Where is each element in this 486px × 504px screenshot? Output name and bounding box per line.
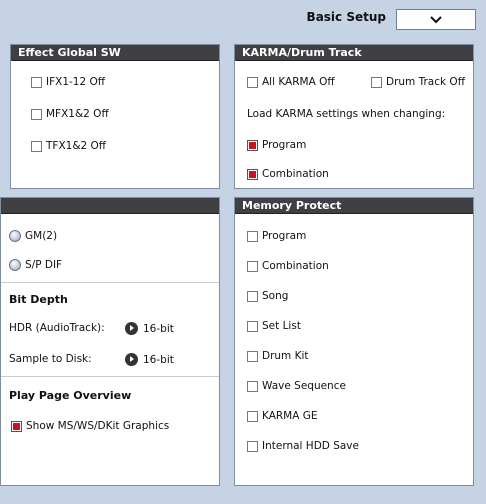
page-menu-dropdown[interactable] bbox=[396, 9, 476, 30]
audio-settings-panel: GM(2) S/P DIF Bit Depth HDR (AudioTrack)… bbox=[0, 197, 220, 486]
checkbox-box[interactable] bbox=[247, 320, 258, 332]
protect-wave-sequence-checkbox[interactable]: Wave Sequence bbox=[247, 380, 346, 392]
chevron-down-icon bbox=[430, 16, 442, 24]
load-karma-label: Load KARMA settings when changing: bbox=[247, 108, 446, 120]
checkbox-box[interactable] bbox=[247, 168, 258, 180]
divider bbox=[1, 282, 219, 283]
show-graphics-checkbox[interactable]: Show MS/WS/DKit Graphics bbox=[11, 420, 169, 432]
page-title: Basic Setup bbox=[306, 10, 386, 24]
checkbox-box[interactable] bbox=[247, 350, 258, 362]
hdr-bit-depth-selector[interactable]: 16-bit bbox=[125, 322, 174, 335]
bottom-bar bbox=[0, 496, 486, 504]
ifx-off-checkbox[interactable]: IFX1-12 Off bbox=[31, 76, 105, 88]
arrow-right-icon[interactable] bbox=[125, 322, 138, 335]
header-bar: Basic Setup bbox=[0, 0, 486, 38]
protect-program-checkbox[interactable]: Program bbox=[247, 230, 306, 242]
radio-button[interactable] bbox=[9, 230, 21, 242]
drum-track-off-checkbox[interactable]: Drum Track Off bbox=[371, 76, 465, 88]
hdr-bit-depth-row: HDR (AudioTrack): bbox=[9, 322, 105, 334]
spdif-radio[interactable]: S/P DIF bbox=[9, 259, 62, 271]
memory-protect-panel: Memory Protect Program Combination Song … bbox=[234, 197, 474, 486]
checkbox-box[interactable] bbox=[31, 76, 42, 88]
karma-drum-header: KARMA/Drum Track bbox=[235, 45, 473, 61]
checkbox-box[interactable] bbox=[247, 139, 258, 151]
radio-button[interactable] bbox=[9, 259, 21, 271]
effect-global-panel: Effect Global SW IFX1-12 Off MFX1&2 Off … bbox=[10, 44, 220, 189]
checkbox-box[interactable] bbox=[371, 76, 382, 88]
checkbox-box[interactable] bbox=[247, 410, 258, 422]
protect-karma-ge-checkbox[interactable]: KARMA GE bbox=[247, 410, 318, 422]
sample-bit-depth-row: Sample to Disk: bbox=[9, 353, 92, 365]
all-karma-off-checkbox[interactable]: All KARMA Off bbox=[247, 76, 335, 88]
protect-internal-hdd-checkbox[interactable]: Internal HDD Save bbox=[247, 440, 359, 452]
audio-settings-header bbox=[1, 198, 219, 214]
bit-depth-title: Bit Depth bbox=[9, 293, 68, 306]
effect-global-header: Effect Global SW bbox=[11, 45, 219, 61]
protect-set-list-checkbox[interactable]: Set List bbox=[247, 320, 301, 332]
karma-combination-checkbox[interactable]: Combination bbox=[247, 168, 329, 180]
karma-drum-panel: KARMA/Drum Track All KARMA Off Drum Trac… bbox=[234, 44, 474, 189]
protect-drum-kit-checkbox[interactable]: Drum Kit bbox=[247, 350, 309, 362]
checkbox-box[interactable] bbox=[247, 76, 258, 88]
protect-song-checkbox[interactable]: Song bbox=[247, 290, 288, 302]
tfx-off-checkbox[interactable]: TFX1&2 Off bbox=[31, 140, 106, 152]
divider bbox=[1, 376, 219, 377]
checkbox-box[interactable] bbox=[247, 380, 258, 392]
checkbox-box[interactable] bbox=[247, 230, 258, 242]
checkbox-box[interactable] bbox=[247, 260, 258, 272]
memory-protect-header: Memory Protect bbox=[235, 198, 473, 214]
arrow-right-icon[interactable] bbox=[125, 353, 138, 366]
mfx-off-checkbox[interactable]: MFX1&2 Off bbox=[31, 108, 109, 120]
checkbox-box[interactable] bbox=[11, 420, 22, 432]
checkbox-box[interactable] bbox=[247, 440, 258, 452]
checkbox-box[interactable] bbox=[31, 108, 42, 120]
karma-program-checkbox[interactable]: Program bbox=[247, 139, 306, 151]
checkbox-box[interactable] bbox=[31, 140, 42, 152]
checkbox-box[interactable] bbox=[247, 290, 258, 302]
gm2-radio[interactable]: GM(2) bbox=[9, 230, 57, 242]
sample-bit-depth-selector[interactable]: 16-bit bbox=[125, 353, 174, 366]
play-page-title: Play Page Overview bbox=[9, 389, 132, 402]
protect-combination-checkbox[interactable]: Combination bbox=[247, 260, 329, 272]
